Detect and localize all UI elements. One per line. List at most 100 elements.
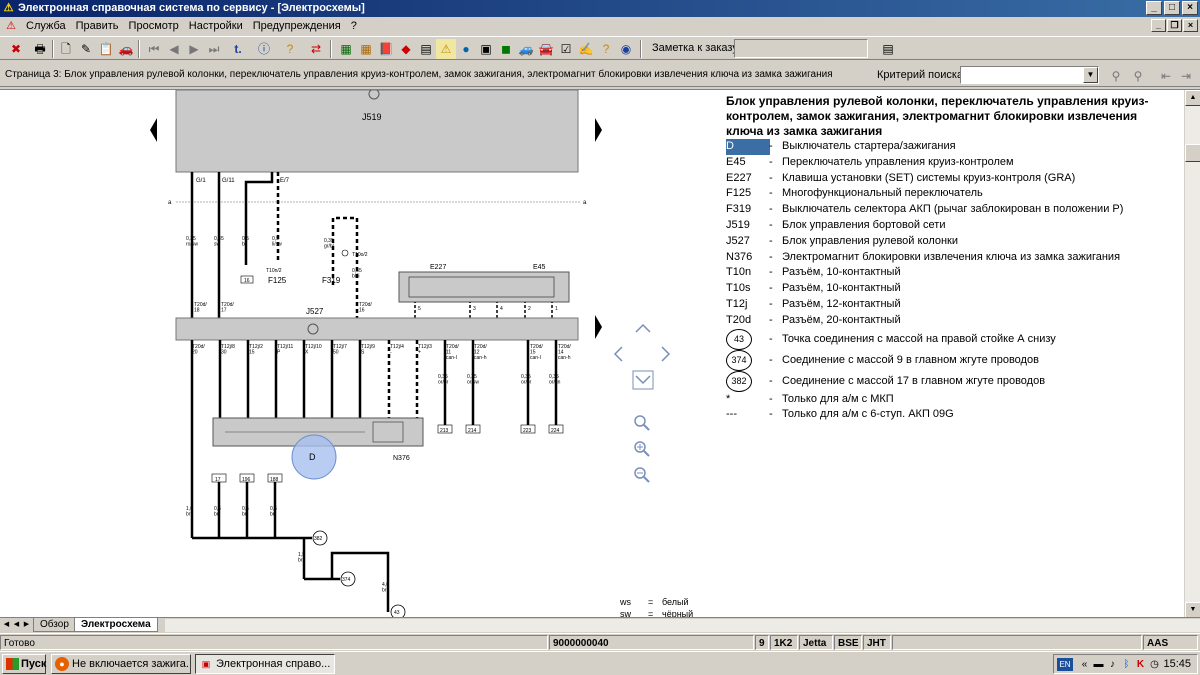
legend-item[interactable]: T10s - Разъём, 10-контактный xyxy=(726,281,1182,297)
scroll-thumb[interactable] xyxy=(1185,144,1200,162)
scroll-down-icon[interactable]: ▼ xyxy=(1185,602,1200,618)
menu-settings[interactable]: Настройки xyxy=(184,17,248,35)
network-icon[interactable]: ▬ xyxy=(1092,658,1105,671)
legend-ground-item[interactable]: 382 - Соединение с массой 17 в главном жгу… xyxy=(726,370,1182,392)
tab-wiring-diagram[interactable]: Электросхема xyxy=(74,618,158,632)
search-next-icon[interactable]: ⚲ xyxy=(1128,66,1148,86)
bluetooth-icon[interactable]: ᛒ xyxy=(1120,658,1133,671)
save-icon[interactable]: ▣ xyxy=(476,39,496,59)
horizontal-scrollbar[interactable] xyxy=(165,619,1200,632)
legend-item[interactable]: F319 - Выключатель селектора АКП (рычаг за… xyxy=(726,202,1182,218)
checklist-icon[interactable]: ☑ xyxy=(556,39,576,59)
legend-note[interactable]: * - Только для а/м с МКП xyxy=(726,392,1182,408)
legend-ground-item[interactable]: 374 - Соединение с массой 9 в главном жгут… xyxy=(726,349,1182,371)
next-page-arrow-icon-2[interactable] xyxy=(595,315,602,339)
tab-overview[interactable]: Обзор xyxy=(33,618,76,632)
car-red-icon[interactable]: 🚘 xyxy=(536,39,556,59)
menu-service[interactable]: Служба xyxy=(21,17,71,35)
car-icon[interactable]: 🚗 xyxy=(116,39,136,59)
next-page-arrow-icon[interactable] xyxy=(595,118,602,142)
new-document-icon[interactable]: 🗋 xyxy=(56,39,76,59)
legend-description: Выключатель стартера/зажигания xyxy=(782,140,956,152)
pan-down-button[interactable] xyxy=(632,370,654,390)
grid-icon[interactable]: ▦ xyxy=(356,39,376,59)
legend-item[interactable]: J527 - Блок управления рулевой колонки xyxy=(726,234,1182,250)
menu-edit[interactable]: Править xyxy=(71,17,124,35)
notes-icon[interactable]: ✍ xyxy=(576,39,596,59)
tab-next-icon[interactable]: ▶ xyxy=(22,619,31,631)
antivirus-icon[interactable]: K xyxy=(1134,658,1147,671)
legend-item[interactable]: D - Выключатель стартера/зажигания xyxy=(726,139,1182,155)
last-page-icon[interactable]: ⏭ xyxy=(204,39,224,59)
redbook-icon[interactable]: ◆ xyxy=(396,39,416,59)
search-icon[interactable]: ⚲ xyxy=(1106,66,1126,86)
globe-icon[interactable]: ● xyxy=(456,39,476,59)
book-icon[interactable]: 📕 xyxy=(376,39,396,59)
start-button[interactable]: Пуск xyxy=(2,654,46,674)
text-cursor-icon[interactable]: t. xyxy=(228,39,248,59)
legend-ground-item[interactable]: 43 - Точка соединения с массой на правой с… xyxy=(726,328,1182,350)
legend-item[interactable]: J519 - Блок управления бортовой сети xyxy=(726,218,1182,234)
legend-description: Только для а/м с МКП xyxy=(782,392,894,405)
legend-code: D xyxy=(726,139,770,155)
task-browser[interactable]: ● Не включается зажига... xyxy=(51,654,191,674)
green-book-icon[interactable]: ◼ xyxy=(496,39,516,59)
volume-icon[interactable]: ♪ xyxy=(1106,658,1119,671)
menu-view[interactable]: Просмотр xyxy=(124,17,184,35)
print-icon[interactable]: 🖶 xyxy=(30,39,50,59)
swap-icon[interactable]: ⇄ xyxy=(306,39,326,59)
clock-tray-icon[interactable]: ◷ xyxy=(1148,658,1161,671)
legend-item[interactable]: N376 - Электромагнит блокировки извлечения… xyxy=(726,250,1182,266)
minimize-button[interactable]: _ xyxy=(1146,1,1162,15)
maximize-button[interactable]: □ xyxy=(1164,1,1180,15)
legend-description: Разъём, 12-контактный xyxy=(782,297,901,310)
info-icon[interactable]: ⓘ xyxy=(254,39,274,59)
legend-item[interactable]: T10n - Разъём, 10-контактный xyxy=(726,265,1182,281)
help-doc-icon[interactable]: ? xyxy=(596,39,616,59)
tab-first-icon[interactable]: ◀ xyxy=(2,619,11,631)
menu-warnings[interactable]: Предупреждения xyxy=(248,17,346,35)
car-green-icon[interactable]: 🚙 xyxy=(516,39,536,59)
back-icon[interactable]: ⇤ xyxy=(1156,66,1176,86)
legend-code: * xyxy=(726,392,731,405)
mdi-close-button[interactable]: × xyxy=(1183,19,1198,32)
warning-icon[interactable]: ⚠ xyxy=(436,39,456,59)
order-note-field[interactable] xyxy=(734,39,868,58)
next-page-icon[interactable]: ▶ xyxy=(184,39,204,59)
clipboard-icon[interactable]: 📋 xyxy=(96,39,116,59)
order-note-button-icon[interactable]: ▤ xyxy=(878,39,898,59)
legend-note[interactable]: --- - Только для а/м с 6-ступ. АКП 09G xyxy=(726,407,1182,423)
calculator-icon[interactable]: ▦ xyxy=(336,39,356,59)
scroll-up-icon[interactable]: ▲ xyxy=(1185,90,1200,106)
legend-dash: - xyxy=(769,332,773,345)
search-select[interactable]: ▼ xyxy=(960,66,1099,84)
legend-item[interactable]: E45 - Переключатель управления круиз-контр… xyxy=(726,155,1182,171)
prev-page-icon[interactable]: ◀ xyxy=(164,39,184,59)
mdi-restore-button[interactable]: ❐ xyxy=(1167,19,1182,32)
exit-icon[interactable]: ✖ xyxy=(6,39,26,59)
list-icon[interactable]: ▤ xyxy=(416,39,436,59)
language-indicator[interactable]: EN xyxy=(1057,658,1073,671)
close-button[interactable]: × xyxy=(1182,1,1198,15)
legend-item[interactable]: T20d - Разъём, 20-контактный xyxy=(726,313,1182,329)
tab-prev-icon[interactable]: ◀ xyxy=(12,619,21,631)
tray-expand-icon[interactable]: « xyxy=(1078,658,1091,671)
chevron-down-icon[interactable]: ▼ xyxy=(1083,67,1098,83)
first-page-icon[interactable]: ⏮ xyxy=(144,39,164,59)
edit-document-icon[interactable]: ✎ xyxy=(76,39,96,59)
task-elsa[interactable]: ▣ Электронная справо... xyxy=(195,654,335,674)
vertical-scrollbar[interactable]: ▲ ▼ xyxy=(1184,90,1200,618)
forward-icon[interactable]: ⇥ xyxy=(1176,66,1196,86)
menu-help[interactable]: ? xyxy=(346,17,362,35)
legend-item[interactable]: T12j - Разъём, 12-контактный xyxy=(726,297,1182,313)
flag-icon[interactable]: ◉ xyxy=(616,39,636,59)
pan-up-icon[interactable] xyxy=(635,323,651,333)
mdi-minimize-button[interactable]: _ xyxy=(1151,19,1166,32)
prev-page-arrow-icon[interactable] xyxy=(150,118,157,142)
pan-left-icon[interactable] xyxy=(613,346,623,362)
zoom-icon[interactable] xyxy=(634,415,646,427)
legend-item[interactable]: E227 - Клавиша установки (SET) системы кру… xyxy=(726,171,1182,187)
pan-right-icon[interactable] xyxy=(661,346,671,362)
help-icon[interactable]: ? xyxy=(280,39,300,59)
legend-item[interactable]: F125 - Многофункциональный переключатель xyxy=(726,186,1182,202)
